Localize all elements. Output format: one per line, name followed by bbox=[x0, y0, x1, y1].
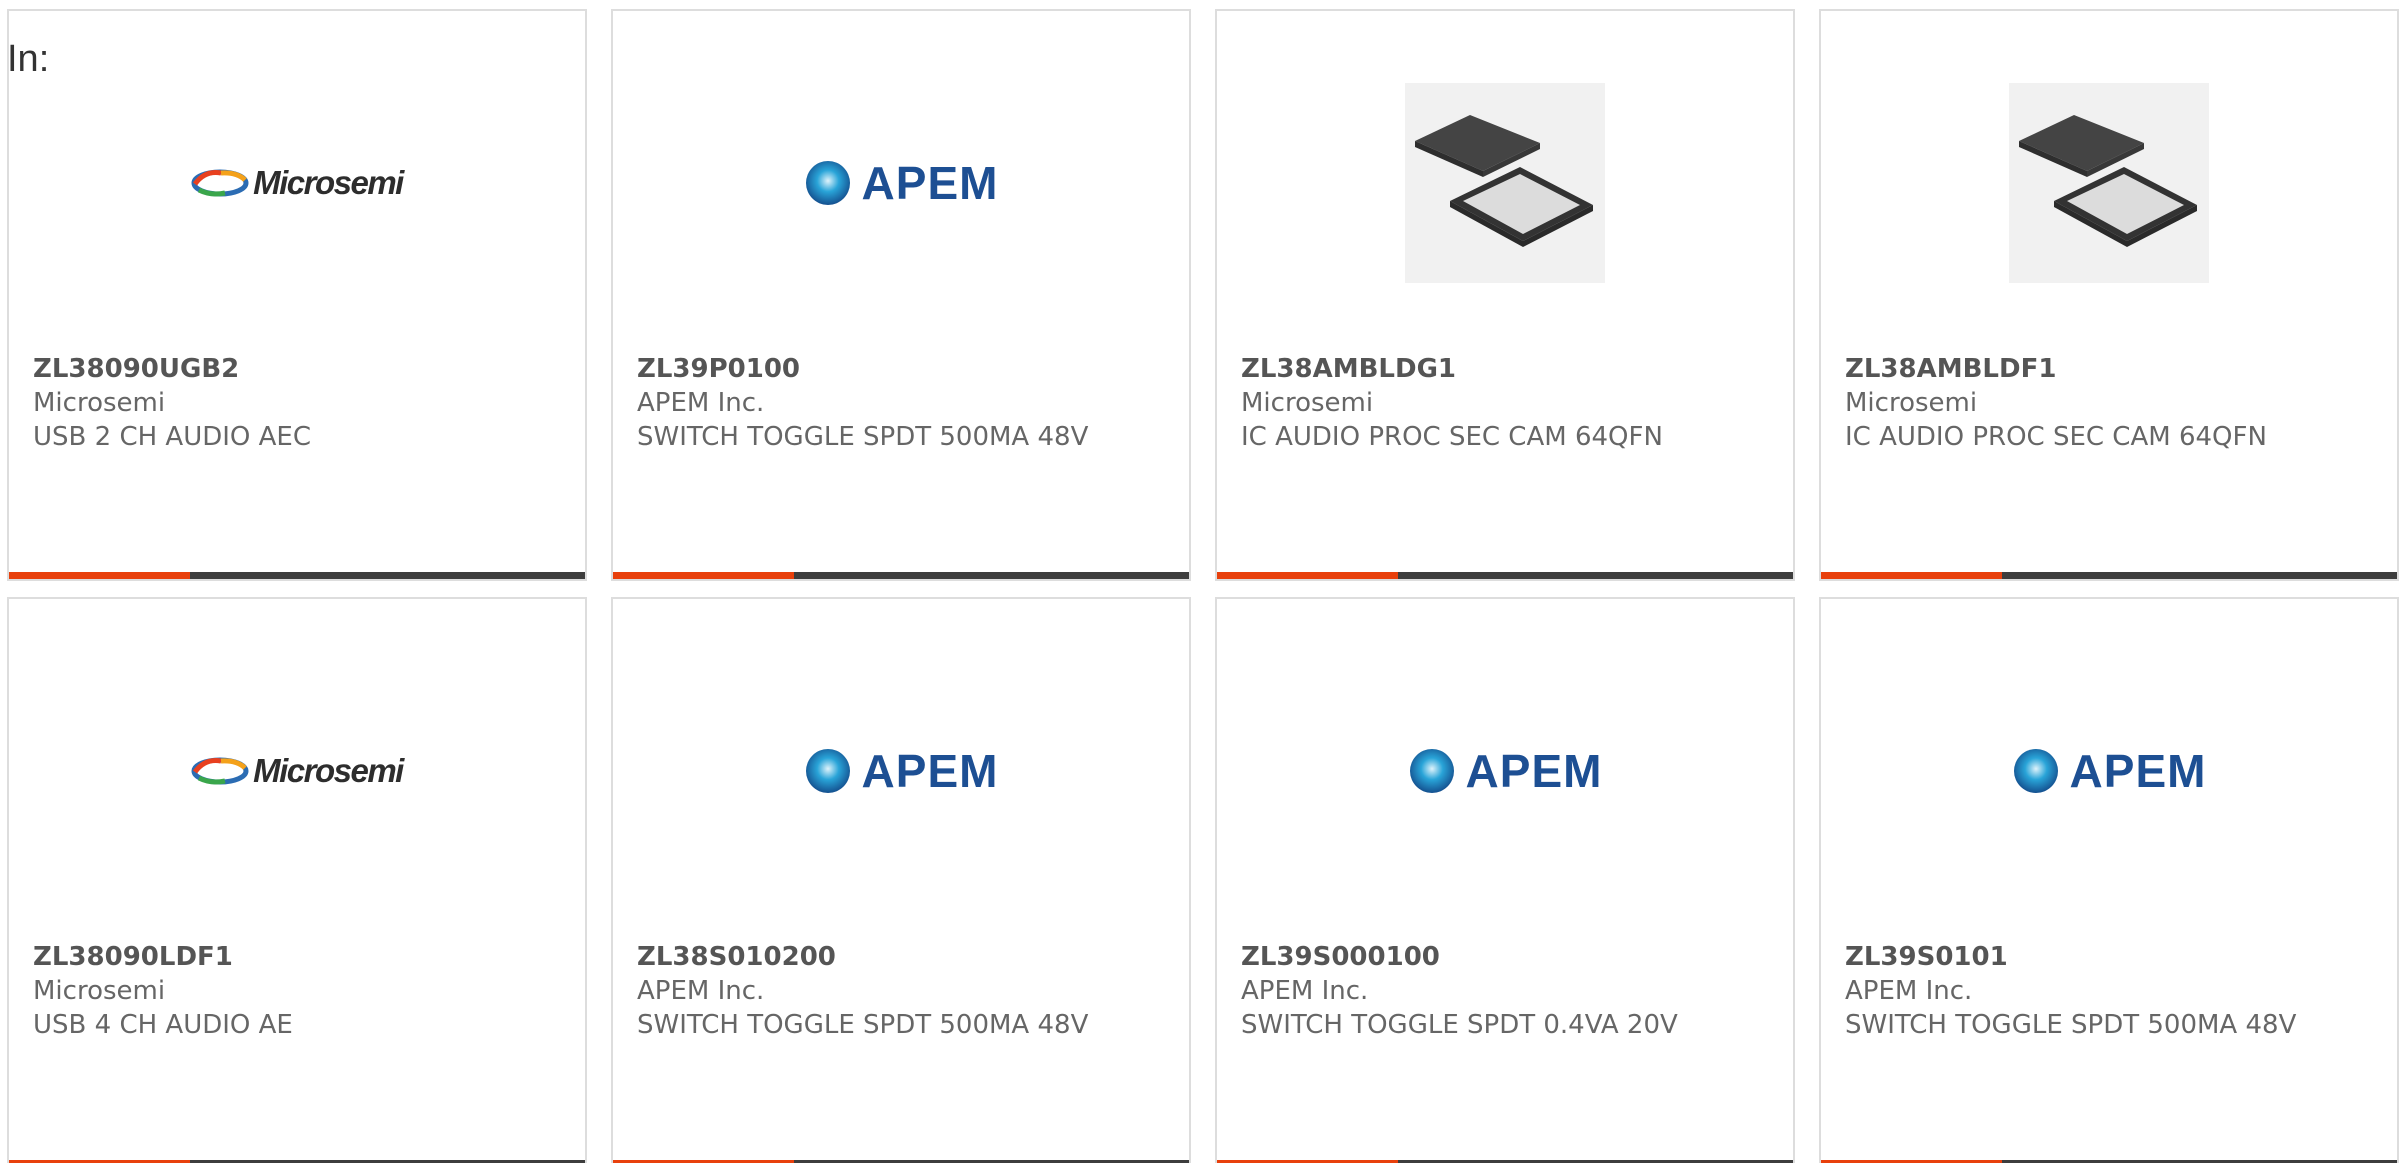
apem-logo-text: APEM bbox=[861, 157, 999, 209]
product-description: IC AUDIO PROC SEC CAM 64QFN bbox=[1845, 422, 2267, 452]
product-card[interactable]: ZL38AMBLDG1 Microsemi IC AUDIO PROC SEC CA… bbox=[1215, 9, 1795, 581]
product-image[interactable] bbox=[1821, 78, 2397, 288]
accent-bar-segment bbox=[9, 572, 190, 579]
apem-logo: APEM bbox=[804, 744, 999, 798]
product-description: SWITCH TOGGLE SPDT 500MA 48V bbox=[1845, 1010, 2297, 1040]
manufacturer-name: APEM Inc. bbox=[1845, 976, 1973, 1006]
product-image[interactable] bbox=[1217, 78, 1793, 288]
manufacturer-name: APEM Inc. bbox=[1241, 976, 1369, 1006]
manufacturer-name: Microsemi bbox=[1845, 388, 1978, 418]
product-card[interactable]: APEM ZL39P0100 APEM Inc. SWITCH TOGGLE SPDT… bbox=[611, 9, 1191, 581]
product-description: USB 2 CH AUDIO AEC bbox=[33, 422, 312, 452]
part-number-link[interactable]: ZL38090UGB2 bbox=[33, 352, 565, 386]
product-image[interactable]: APEM bbox=[1821, 666, 2397, 876]
product-image[interactable]: APEM bbox=[1217, 666, 1793, 876]
product-card[interactable]: Microsemi ZL38090LDF1 Microsemi USB 4 CH AU… bbox=[7, 597, 587, 1163]
manufacturer-name: Microsemi bbox=[33, 388, 166, 418]
apem-logo: APEM bbox=[1408, 744, 1603, 798]
product-info: ZL38S010200 APEM Inc. SWITCH TOGGLE SPDT 5… bbox=[637, 940, 1169, 1042]
product-description: SWITCH TOGGLE SPDT 0.4VA 20V bbox=[1241, 1010, 1678, 1040]
apem-logo-text: APEM bbox=[1465, 745, 1603, 797]
part-number-link[interactable]: ZL38090LDF1 bbox=[33, 940, 565, 974]
bar-segment bbox=[2002, 572, 2397, 579]
bar-segment bbox=[1398, 572, 1793, 579]
product-image[interactable]: APEM bbox=[613, 78, 1189, 288]
apem-logo-text: APEM bbox=[861, 745, 999, 797]
card-accent-bar bbox=[1821, 572, 2397, 579]
part-number-link[interactable]: ZL38AMBLDF1 bbox=[1845, 352, 2377, 386]
microsemi-logo: Microsemi bbox=[191, 752, 404, 790]
product-info: ZL39S000100 APEM Inc. SWITCH TOGGLE SPDT 0… bbox=[1241, 940, 1773, 1042]
part-number-link[interactable]: ZL38AMBLDG1 bbox=[1241, 352, 1773, 386]
product-info: ZL38090UGB2 Microsemi USB 2 CH AUDIO AEC bbox=[33, 352, 565, 454]
product-description: SWITCH TOGGLE SPDT 500MA 48V bbox=[637, 422, 1089, 452]
part-number-link[interactable]: ZL39S0101 bbox=[1845, 940, 2377, 974]
card-accent-bar bbox=[1217, 572, 1793, 579]
apem-logo: APEM bbox=[804, 156, 999, 210]
product-card[interactable]: APEM ZL38S010200 APEM Inc. SWITCH TOGGLE SP… bbox=[611, 597, 1191, 1163]
product-description: IC AUDIO PROC SEC CAM 64QFN bbox=[1241, 422, 1663, 452]
product-card[interactable]: APEM ZL39S000100 APEM Inc. SWITCH TOGGLE SP… bbox=[1215, 597, 1795, 1163]
product-info: ZL38AMBLDG1 Microsemi IC AUDIO PROC SEC CA… bbox=[1241, 352, 1773, 454]
product-description: USB 4 CH AUDIO AE bbox=[33, 1010, 293, 1040]
apem-logo-text: APEM bbox=[2069, 745, 2207, 797]
product-card[interactable]: ZL38AMBLDF1 Microsemi IC AUDIO PROC SEC CA… bbox=[1819, 9, 2399, 581]
accent-bar-segment bbox=[1821, 572, 2002, 579]
accent-bar-segment bbox=[1217, 572, 1398, 579]
product-image[interactable]: Microsemi bbox=[9, 78, 585, 288]
product-info: ZL39S0101 APEM Inc. SWITCH TOGGLE SPDT 500… bbox=[1845, 940, 2377, 1042]
product-image[interactable]: APEM bbox=[613, 666, 1189, 876]
product-info: ZL39P0100 APEM Inc. SWITCH TOGGLE SPDT 500… bbox=[637, 352, 1169, 454]
product-card[interactable]: APEM ZL39S0101 APEM Inc. SWITCH TOGGLE SPDT… bbox=[1819, 597, 2399, 1163]
card-accent-bar bbox=[613, 572, 1189, 579]
product-grid: Microsemi ZL38090UGB2 Microsemi USB 2 CH AU… bbox=[7, 9, 2400, 1163]
apem-logo: APEM bbox=[2012, 744, 2207, 798]
microsemi-logo: Microsemi bbox=[191, 164, 404, 202]
filter-label: In: bbox=[7, 38, 50, 80]
bar-segment bbox=[794, 572, 1189, 579]
product-card[interactable]: Microsemi ZL38090UGB2 Microsemi USB 2 CH AU… bbox=[7, 9, 587, 581]
microsemi-logo-text: Microsemi bbox=[253, 752, 404, 789]
product-image[interactable]: Microsemi bbox=[9, 666, 585, 876]
part-number-link[interactable]: ZL39P0100 bbox=[637, 352, 1169, 386]
qfn-chip-photo bbox=[1405, 83, 1605, 283]
part-number-link[interactable]: ZL38S010200 bbox=[637, 940, 1169, 974]
manufacturer-name: Microsemi bbox=[1241, 388, 1374, 418]
product-info: ZL38090LDF1 Microsemi USB 4 CH AUDIO AE bbox=[33, 940, 565, 1042]
product-description: SWITCH TOGGLE SPDT 500MA 48V bbox=[637, 1010, 1089, 1040]
product-info: ZL38AMBLDF1 Microsemi IC AUDIO PROC SEC CA… bbox=[1845, 352, 2377, 454]
manufacturer-name: APEM Inc. bbox=[637, 976, 765, 1006]
card-accent-bar bbox=[9, 572, 585, 579]
bar-segment bbox=[190, 572, 585, 579]
accent-bar-segment bbox=[613, 572, 794, 579]
manufacturer-name: Microsemi bbox=[33, 976, 166, 1006]
qfn-chip-photo bbox=[2009, 83, 2209, 283]
product-grid-page: In: Microsemi ZL38090UGB2 Microsemi USB 2 C… bbox=[0, 0, 2400, 1163]
microsemi-logo-text: Microsemi bbox=[253, 164, 404, 201]
manufacturer-name: APEM Inc. bbox=[637, 388, 765, 418]
part-number-link[interactable]: ZL39S000100 bbox=[1241, 940, 1773, 974]
